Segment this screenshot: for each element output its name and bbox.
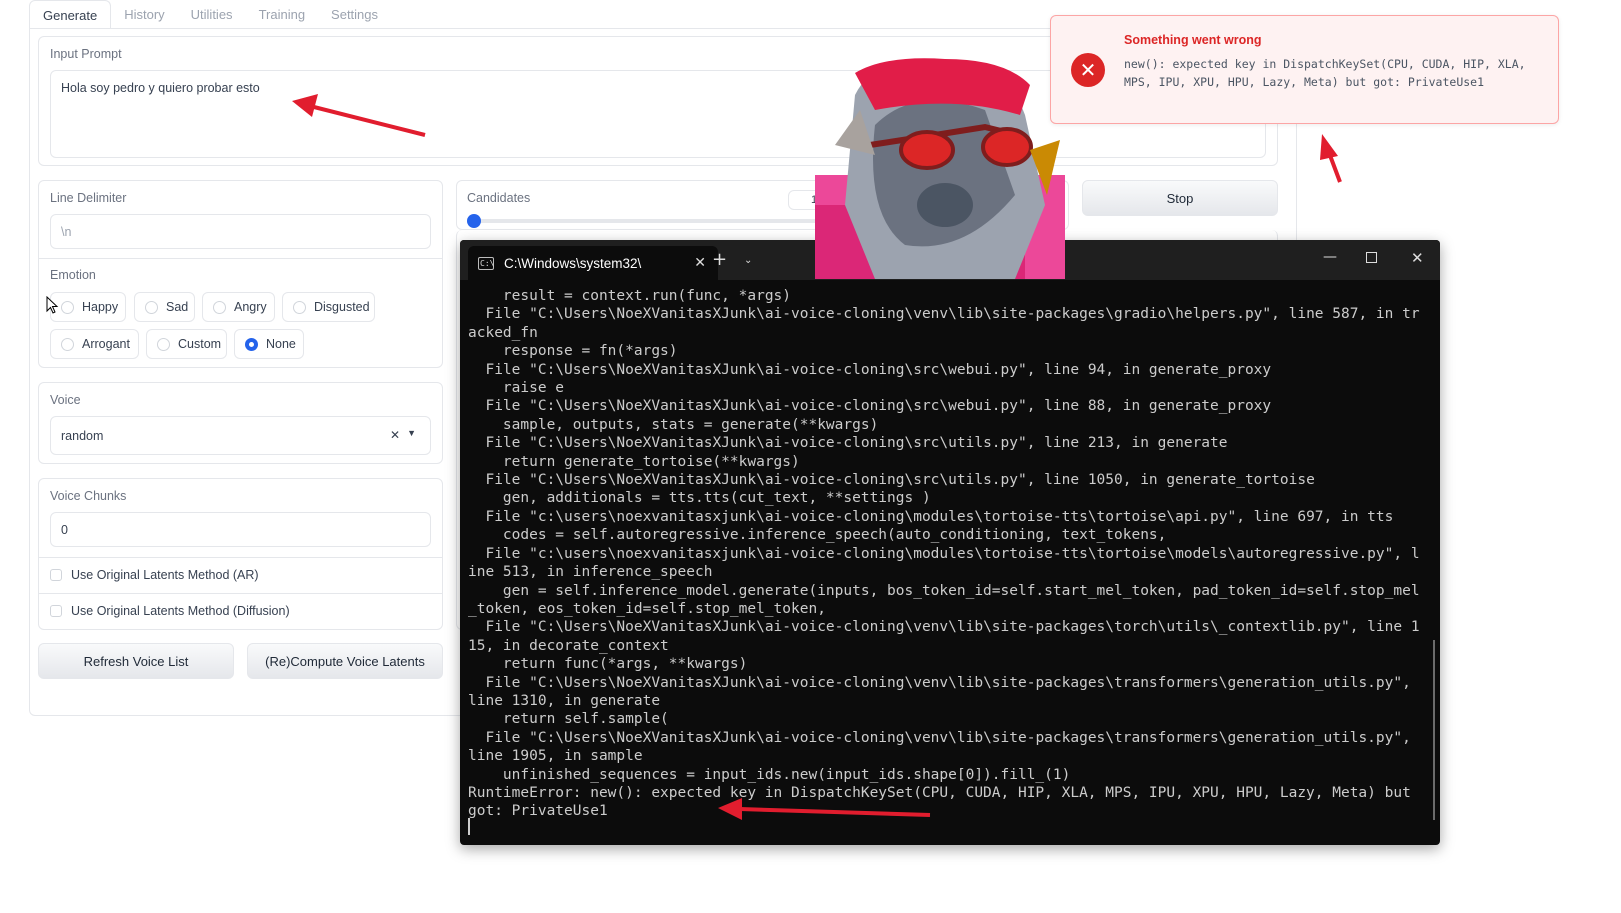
annotation-arrows: [292, 94, 1342, 820]
arrow-icon: [292, 94, 318, 117]
arrow-icon: [718, 798, 742, 820]
arrow-icon: [1320, 134, 1338, 160]
